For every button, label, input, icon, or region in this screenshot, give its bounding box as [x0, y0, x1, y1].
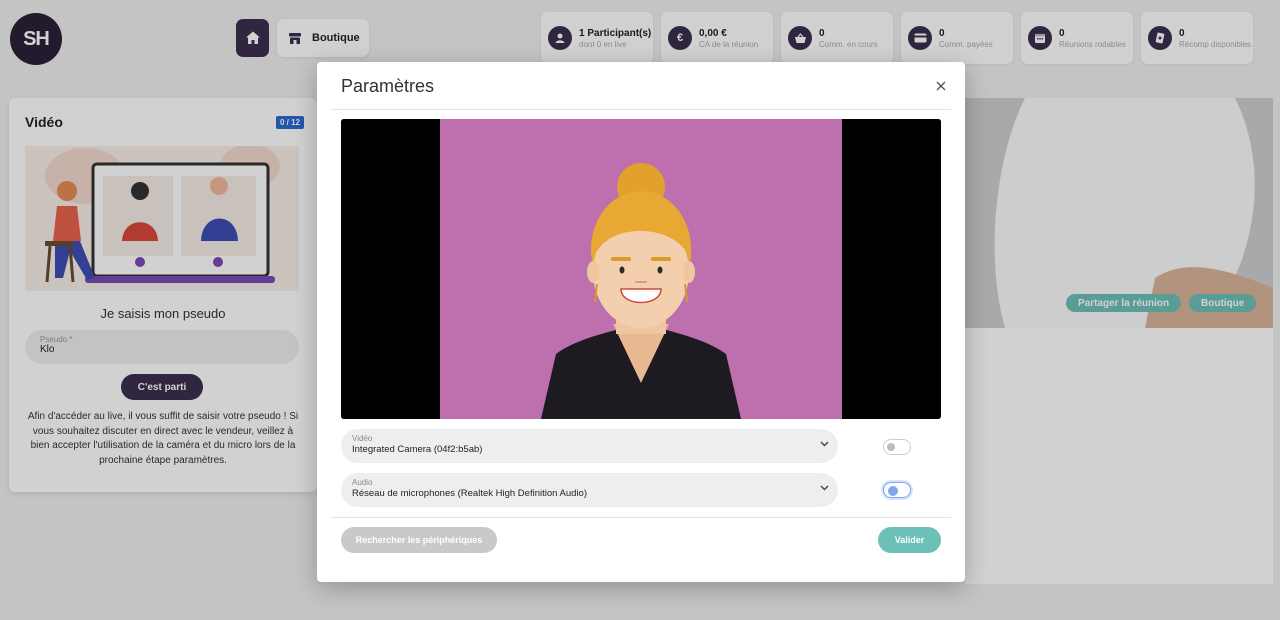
audio-select-label: Audio [352, 478, 373, 487]
header-divider [331, 109, 951, 110]
settings-modal: Paramètres Vidéo Integrated Camera (04f2… [317, 62, 965, 582]
video-select-value: Integrated Camera (04f2:b5ab) [352, 444, 483, 455]
toggle-knob [887, 443, 895, 451]
toggle-knob [888, 485, 898, 496]
modal-title: Paramètres [341, 76, 435, 96]
camera-preview [341, 119, 941, 419]
validate-button[interactable]: Valider [878, 527, 941, 553]
video-select-label: Vidéo [352, 434, 373, 443]
audio-select-value: Réseau de microphones (Realtek High Defi… [352, 488, 587, 499]
search-devices-button[interactable]: Rechercher les périphériques [341, 527, 497, 553]
video-toggle[interactable] [883, 439, 911, 455]
chevron-down-icon [820, 485, 829, 491]
audio-toggle[interactable] [883, 482, 911, 498]
close-icon [936, 81, 946, 91]
audio-device-select[interactable]: Audio Réseau de microphones (Realtek Hig… [341, 473, 838, 507]
video-device-select[interactable]: Vidéo Integrated Camera (04f2:b5ab) [341, 429, 838, 463]
chevron-down-icon [820, 441, 829, 447]
close-button[interactable] [931, 76, 951, 96]
footer-divider [331, 517, 951, 518]
